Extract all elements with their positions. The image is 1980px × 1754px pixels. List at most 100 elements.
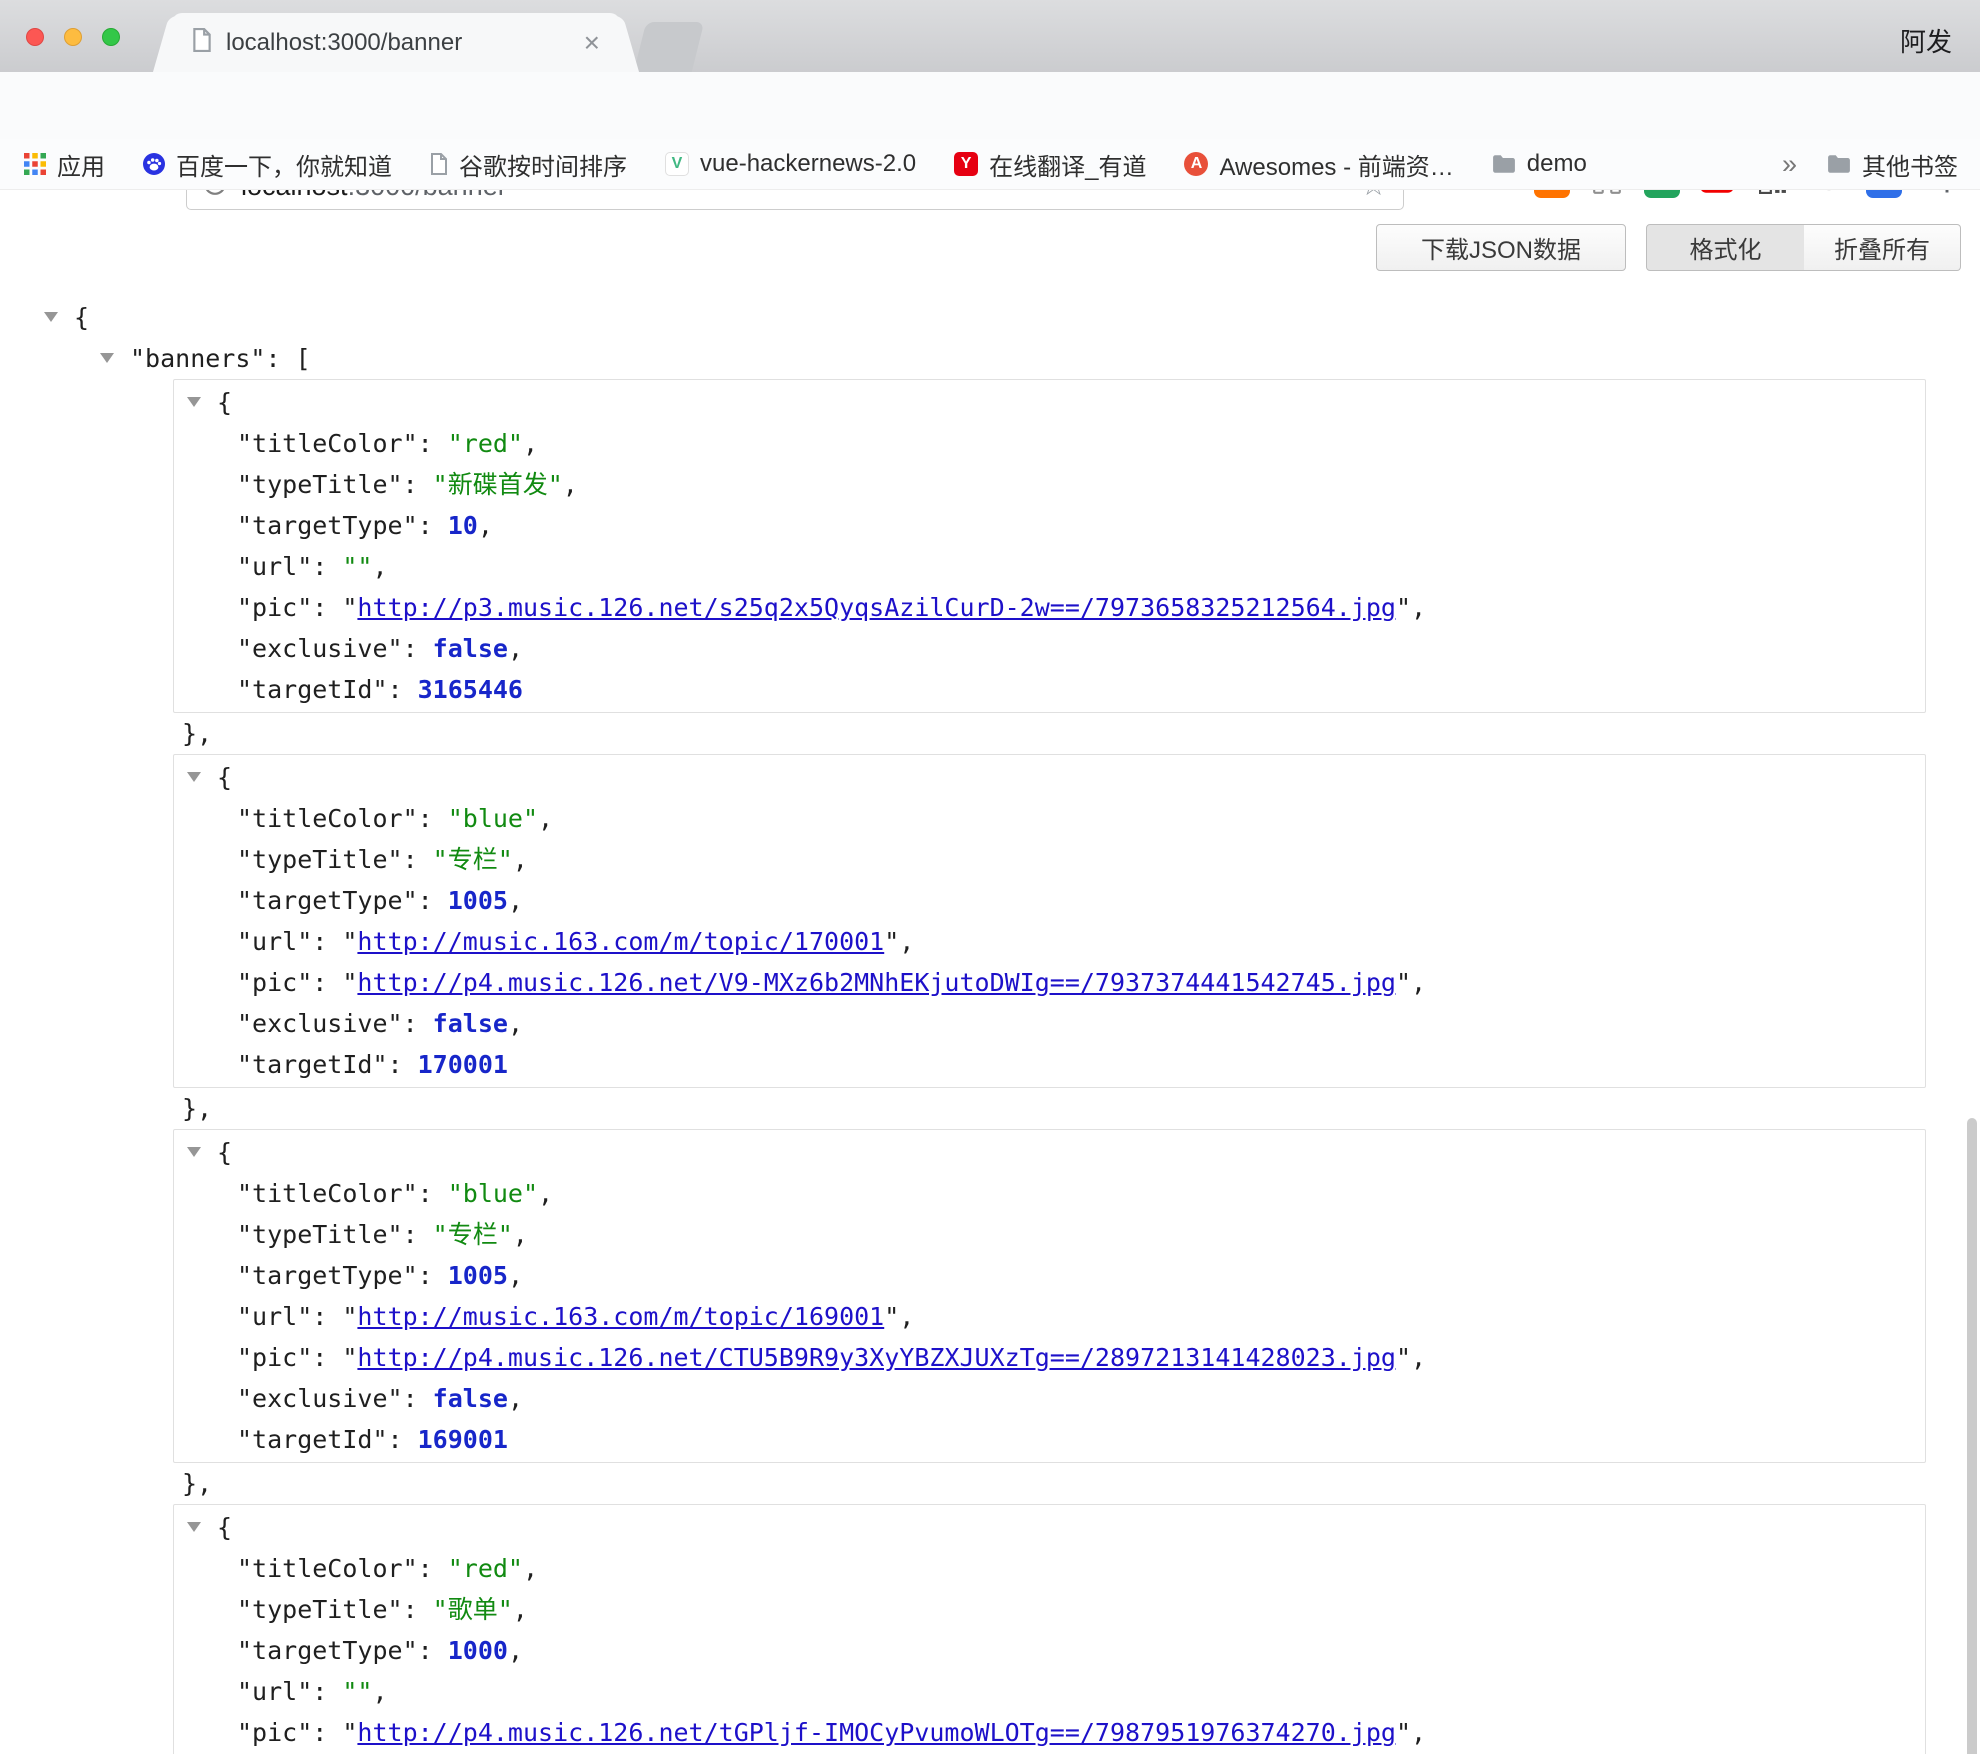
json-string-value: "专栏" <box>433 845 513 874</box>
json-line: "exclusive": false, <box>174 1378 1925 1419</box>
json-key: "targetId": <box>237 1050 418 1079</box>
json-line: }, <box>0 1088 1964 1129</box>
json-key: "exclusive": <box>237 634 433 663</box>
json-object-banner-2: { "titleColor": "blue", "typeTitle": "专栏… <box>173 1129 1926 1463</box>
json-brace: }, <box>182 719 212 748</box>
download-json-button[interactable]: 下载JSON数据 <box>1376 224 1626 271</box>
json-key: "typeTitle": <box>237 1220 433 1249</box>
bookmark-baidu[interactable]: 百度一下，你就知道 <box>143 147 392 182</box>
page-icon <box>430 153 448 175</box>
json-comma: ", <box>884 1302 914 1331</box>
json-brace: { <box>217 763 232 792</box>
collapse-toggle-icon[interactable] <box>100 353 114 363</box>
json-comma: , <box>478 511 493 540</box>
json-url-link[interactable]: http://p4.music.126.net/tGPljf-IMOCyPvum… <box>357 1718 1396 1747</box>
profile-name[interactable]: 阿发 <box>1900 22 1952 59</box>
json-line: "url": "", <box>174 1671 1925 1712</box>
bookmark-folder-demo[interactable]: demo <box>1492 150 1587 178</box>
json-line: "titleColor": "blue", <box>174 1173 1925 1214</box>
baidu-paw-icon <box>143 153 165 175</box>
collapse-all-button[interactable]: 折叠所有 <box>1804 224 1961 271</box>
vue-icon: V <box>665 152 689 176</box>
json-comma: , <box>372 552 387 581</box>
new-tab-button[interactable] <box>634 22 704 72</box>
json-object-banner-0: { "titleColor": "red", "typeTitle": "新碟首… <box>173 379 1926 713</box>
bookmark-vue-hackernews[interactable]: V vue-hackernews-2.0 <box>665 150 916 178</box>
json-line: "targetType": 10, <box>174 505 1925 546</box>
close-window-button[interactable] <box>26 28 44 46</box>
json-line: "titleColor": "blue", <box>174 798 1925 839</box>
json-line: "url": "http://music.163.com/m/topic/169… <box>174 1296 1925 1337</box>
json-string-value: "歌单" <box>433 1595 513 1624</box>
json-comma: ", <box>1396 968 1426 997</box>
folder-icon <box>1492 154 1516 174</box>
json-comma: , <box>513 845 528 874</box>
json-string-value: "red" <box>448 1554 523 1583</box>
format-button[interactable]: 格式化 <box>1646 224 1805 271</box>
json-key: "targetType": <box>237 1636 448 1665</box>
bookmark-google-sort[interactable]: 谷歌按时间排序 <box>430 147 627 182</box>
json-line: "exclusive": false, <box>174 628 1925 669</box>
json-comma: , <box>508 1261 523 1290</box>
json-line: "targetId": 170001 <box>174 1044 1925 1085</box>
json-line: "typeTitle": "专栏", <box>174 1214 1925 1255</box>
bookmark-awesomes[interactable]: A Awesomes - 前端资… <box>1184 147 1453 182</box>
collapse-toggle-icon[interactable] <box>187 397 201 407</box>
json-line: "pic": "http://p4.music.126.net/CTU5B9R9… <box>174 1337 1925 1378</box>
tab-strip: localhost:3000/banner × 阿发 <box>0 0 1980 72</box>
json-key: "pic": <box>237 1718 342 1747</box>
json-comma: ", <box>884 927 914 956</box>
minimize-window-button[interactable] <box>64 28 82 46</box>
window-controls <box>26 28 120 46</box>
bookmark-youdao[interactable]: Y 在线翻译_有道 <box>954 147 1146 182</box>
json-key: "targetId": <box>237 1425 418 1454</box>
json-line: "url": "", <box>174 546 1925 587</box>
json-comma: , <box>523 1554 538 1583</box>
json-string-value: "新碟首发" <box>433 470 563 499</box>
json-comma: ", <box>1396 1718 1426 1747</box>
collapse-toggle-icon[interactable] <box>187 1147 201 1157</box>
json-line: { <box>174 382 1925 423</box>
json-url-link[interactable]: http://p4.music.126.net/CTU5B9R9y3XyYBZX… <box>357 1343 1396 1372</box>
folder-icon <box>1827 154 1851 174</box>
collapse-toggle-icon[interactable] <box>187 772 201 782</box>
json-key: "url": <box>237 1302 342 1331</box>
bookmarks-overflow-icon[interactable]: » <box>1782 149 1797 180</box>
json-line: "targetId": 3165446 <box>174 669 1925 710</box>
json-comma: , <box>508 886 523 915</box>
browser-tab[interactable]: localhost:3000/banner × <box>172 13 620 72</box>
other-bookmarks[interactable]: 其他书签 <box>1827 147 1958 182</box>
collapse-toggle-icon[interactable] <box>44 312 58 322</box>
json-comma: , <box>538 1179 553 1208</box>
json-brace: { <box>217 1513 232 1542</box>
tab-close-icon[interactable]: × <box>580 29 604 57</box>
json-number-value: 1005 <box>448 1261 508 1290</box>
page-favicon-icon <box>192 28 212 57</box>
json-key: "titleColor": <box>237 1554 448 1583</box>
collapse-toggle-icon[interactable] <box>187 1522 201 1532</box>
json-url-link[interactable]: http://p4.music.126.net/V9-MXz6b2MNhEKju… <box>357 968 1396 997</box>
json-brace: { <box>74 303 89 332</box>
json-string-value: "专栏" <box>433 1220 513 1249</box>
json-number-value: 170001 <box>418 1050 508 1079</box>
apps-grid-icon <box>24 153 46 175</box>
json-url-link[interactable]: http://p3.music.126.net/s25q2x5QyqsAzilC… <box>357 593 1396 622</box>
json-key: "titleColor": <box>237 429 448 458</box>
browser-toolbar: localhost :3000/banner ☆ V en FE t ✓ ⋮ <box>0 72 1980 139</box>
json-string-value: "" <box>342 552 372 581</box>
json-comma: ", <box>1396 593 1426 622</box>
json-comma: , <box>508 634 523 663</box>
json-line: "titleColor": "red", <box>174 1548 1925 1589</box>
json-key: "exclusive": <box>237 1384 433 1413</box>
apps-shortcut[interactable]: 应用 <box>24 147 105 182</box>
json-url-link[interactable]: http://music.163.com/m/topic/169001 <box>357 1302 884 1331</box>
json-line: "targetId": 169001 <box>174 1419 1925 1460</box>
zoom-window-button[interactable] <box>102 28 120 46</box>
json-string-value: "blue" <box>448 804 538 833</box>
scrollbar-thumb[interactable] <box>1967 1118 1977 1754</box>
json-key: "typeTitle": <box>237 470 433 499</box>
json-url-link[interactable]: http://music.163.com/m/topic/170001 <box>357 927 884 956</box>
json-line: "exclusive": false, <box>174 1003 1925 1044</box>
json-key: "pic": <box>237 1343 342 1372</box>
bookmark-label: 在线翻译_有道 <box>989 147 1146 182</box>
